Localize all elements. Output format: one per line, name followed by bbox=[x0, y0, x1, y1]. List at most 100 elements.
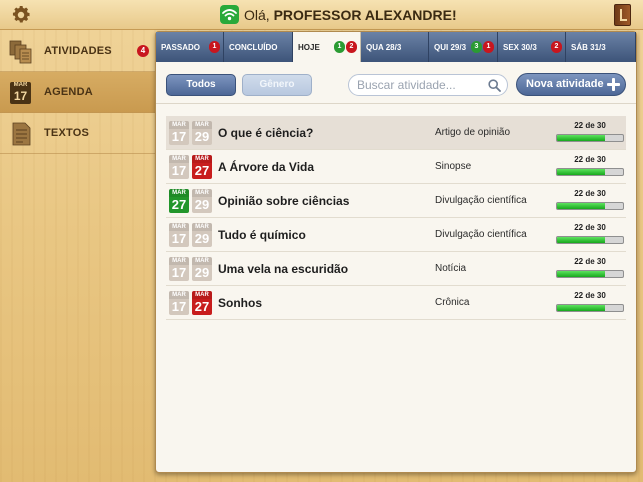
start-date-month: MAR bbox=[169, 121, 189, 129]
end-date-calendar-icon: MAR 29 bbox=[192, 189, 212, 213]
progress-bar bbox=[556, 134, 624, 142]
progress-label: 22 de 30 bbox=[574, 257, 606, 266]
progress-fill bbox=[557, 203, 606, 209]
divider bbox=[156, 103, 636, 104]
start-date-month: MAR bbox=[169, 223, 189, 231]
progress-bar bbox=[556, 236, 624, 244]
end-date-calendar-icon: MAR 29 bbox=[192, 121, 212, 145]
sidebar: ATIVIDADES 4 MAR 17 AGENDA TEXTOS bbox=[0, 31, 155, 154]
sidebar-item-label: ATIVIDADES bbox=[44, 45, 112, 57]
tab-label: PASSADO bbox=[161, 42, 200, 52]
end-date-day: 29 bbox=[194, 231, 210, 246]
activity-row[interactable]: MAR 17 MAR 29 Tudo é químico Divulgação cient… bbox=[166, 218, 626, 252]
tab-badge: 2 bbox=[551, 41, 562, 53]
search-icon[interactable] bbox=[488, 79, 501, 92]
tab-badge: 1 bbox=[209, 41, 220, 53]
tab-label: SÁB 31/3 bbox=[571, 42, 606, 52]
activity-title: Opinião sobre ciências bbox=[218, 194, 350, 208]
tab-concluido[interactable]: CONCLUÍDO bbox=[224, 32, 293, 62]
start-date-calendar-icon: MAR 17 bbox=[169, 121, 189, 145]
sidebar-item-atividades[interactable]: ATIVIDADES 4 bbox=[0, 31, 155, 72]
tab-label: CONCLUÍDO bbox=[229, 42, 278, 52]
end-date-day: 29 bbox=[194, 197, 210, 212]
end-date-month: MAR bbox=[192, 223, 212, 231]
end-date-calendar-icon: MAR 29 bbox=[192, 223, 212, 247]
activity-row[interactable]: MAR 17 MAR 27 Sonhos Crônica 22 de 30 bbox=[166, 286, 626, 320]
calendar-icon-month: MAR bbox=[13, 82, 28, 88]
progress-fill bbox=[557, 169, 606, 175]
sidebar-item-label: AGENDA bbox=[44, 86, 93, 98]
text-document-icon bbox=[12, 122, 31, 146]
end-date-month: MAR bbox=[192, 121, 212, 129]
progress-label: 22 de 30 bbox=[574, 155, 606, 164]
tab-badge: 2 bbox=[346, 41, 357, 53]
wifi-icon bbox=[220, 5, 239, 24]
start-date-day: 17 bbox=[171, 231, 187, 246]
gear-icon[interactable] bbox=[10, 4, 32, 26]
top-bar: Olá, PROFESSOR ALEXANDRE! bbox=[0, 0, 643, 30]
activity-genre: Sinopse bbox=[435, 161, 472, 172]
start-date-month: MAR bbox=[169, 291, 189, 299]
nova-atividade-button[interactable]: Nova atividade bbox=[516, 73, 626, 96]
start-date-day: 27 bbox=[171, 197, 187, 212]
start-date-month: MAR bbox=[169, 155, 189, 163]
start-date-month: MAR bbox=[169, 257, 189, 265]
progress-fill bbox=[557, 135, 606, 141]
progress-fill bbox=[557, 237, 606, 243]
tab-passado[interactable]: PASSADO 1 bbox=[156, 32, 224, 62]
end-date-calendar-icon: MAR 27 bbox=[192, 155, 212, 179]
activity-row[interactable]: MAR 17 MAR 29 O que é ciência? Artigo de opin… bbox=[166, 116, 626, 150]
activity-list: MAR 17 MAR 29 O que é ciência? Artigo de opin… bbox=[166, 116, 626, 320]
tab-sex[interactable]: SEX 30/3 2 bbox=[498, 32, 566, 62]
search-input[interactable] bbox=[357, 78, 487, 92]
activity-row[interactable]: MAR 17 MAR 29 Uma vela na escuridão Notícia 22… bbox=[166, 252, 626, 286]
end-date-month: MAR bbox=[192, 189, 212, 197]
main-panel: PASSADO 1 CONCLUÍDO HOJE 1 2 QUA 28/3 QU… bbox=[155, 31, 637, 473]
start-date-calendar-icon: MAR 17 bbox=[169, 257, 189, 281]
progress-fill bbox=[557, 271, 606, 277]
greeting-name: PROFESSOR ALEXANDRE! bbox=[273, 7, 457, 23]
activity-row[interactable]: MAR 27 MAR 29 Opinião sobre ciências Divulgaç… bbox=[166, 184, 626, 218]
progress-label: 22 de 30 bbox=[574, 121, 606, 130]
activity-title: A Árvore da Vida bbox=[218, 160, 315, 174]
activity-row[interactable]: MAR 17 MAR 27 A Árvore da Vida Sinopse 22 de 3… bbox=[166, 150, 626, 184]
activity-title: Uma vela na escuridão bbox=[218, 262, 349, 276]
start-date-day: 17 bbox=[171, 299, 187, 314]
sidebar-item-agenda[interactable]: MAR 17 AGENDA bbox=[0, 72, 155, 113]
calendar-icon-day: 17 bbox=[13, 89, 28, 103]
tab-label: QUA 28/3 bbox=[366, 42, 402, 52]
sidebar-item-textos[interactable]: TEXTOS bbox=[0, 113, 155, 154]
greeting: Olá, PROFESSOR ALEXANDRE! bbox=[244, 7, 457, 23]
end-date-calendar-icon: MAR 29 bbox=[192, 257, 212, 281]
progress-bar bbox=[556, 304, 624, 312]
end-date-month: MAR bbox=[192, 291, 212, 299]
progress-bar bbox=[556, 202, 624, 210]
start-date-month: MAR bbox=[169, 189, 189, 197]
end-date-calendar-icon: MAR 27 bbox=[192, 291, 212, 315]
book-icon[interactable] bbox=[614, 4, 631, 26]
filter-toolbar: Todos Gênero Nova atividade bbox=[156, 62, 636, 104]
progress-label: 22 de 30 bbox=[574, 291, 606, 300]
documents-icon bbox=[9, 40, 32, 64]
activity-genre: Divulgação científica bbox=[435, 195, 527, 206]
progress-label: 22 de 30 bbox=[574, 189, 606, 198]
start-date-calendar-icon: MAR 17 bbox=[169, 223, 189, 247]
tab-hoje[interactable]: HOJE 1 2 bbox=[293, 32, 361, 62]
activity-title: Sonhos bbox=[218, 296, 262, 310]
genero-button[interactable]: Gênero bbox=[242, 74, 312, 96]
activity-genre: Divulgação científica bbox=[435, 229, 527, 240]
start-date-day: 17 bbox=[171, 163, 187, 178]
activity-title: Tudo é químico bbox=[218, 228, 306, 242]
start-date-calendar-icon: MAR 17 bbox=[169, 291, 189, 315]
tab-sab[interactable]: SÁB 31/3 bbox=[566, 32, 636, 62]
todos-button[interactable]: Todos bbox=[166, 74, 236, 96]
search-box bbox=[348, 74, 508, 96]
start-date-calendar-icon: MAR 17 bbox=[169, 155, 189, 179]
nova-atividade-label: Nova atividade bbox=[526, 78, 604, 90]
tab-qua[interactable]: QUA 28/3 bbox=[361, 32, 429, 62]
tab-qui[interactable]: QUI 29/3 3 1 bbox=[429, 32, 498, 62]
start-date-calendar-icon: MAR 27 bbox=[169, 189, 189, 213]
progress-fill bbox=[557, 305, 606, 311]
activity-genre: Crônica bbox=[435, 297, 470, 308]
activity-title: O que é ciência? bbox=[218, 126, 314, 140]
